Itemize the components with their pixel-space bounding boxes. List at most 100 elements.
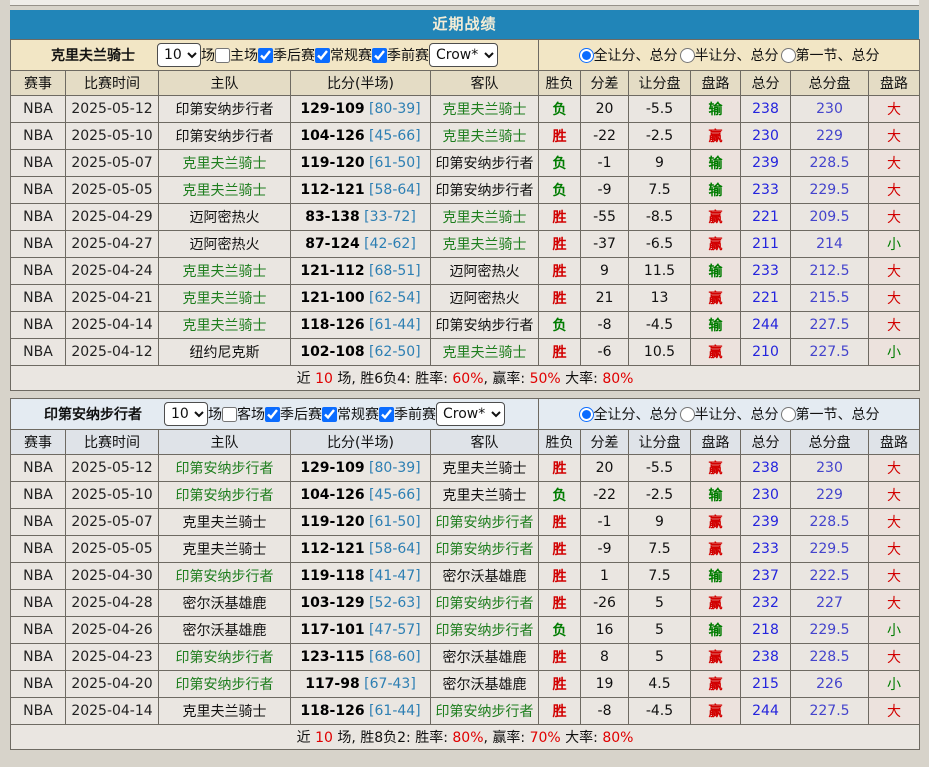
score-cell: 121-100 [62-54] xyxy=(291,285,431,312)
venue-checkbox[interactable] xyxy=(222,407,237,422)
source-select[interactable]: Crow* xyxy=(436,402,505,426)
season-filter[interactable]: 季后赛 xyxy=(258,45,315,65)
season-filter[interactable]: 常规赛 xyxy=(315,45,372,65)
period-radio-option[interactable]: 全让分、总分 xyxy=(579,45,678,65)
league-cell: NBA xyxy=(11,231,66,258)
handicap-line-cell: 5 xyxy=(629,590,691,617)
header-row: 赛事比赛时间主队比分(半场)客队胜负分差让分盘盘路总分总分盘盘路 xyxy=(11,71,920,96)
period-radio[interactable] xyxy=(579,48,594,63)
column-header: 客队 xyxy=(431,71,539,96)
header-row: 赛事比赛时间主队比分(半场)客队胜负分差让分盘盘路总分总分盘盘路 xyxy=(11,430,920,455)
handicap-line-cell: -4.5 xyxy=(629,312,691,339)
total-line-cell: 228.5 xyxy=(791,644,869,671)
venue-filter[interactable]: 客场 xyxy=(222,404,265,424)
point-diff-cell: 1 xyxy=(581,563,629,590)
total-points-cell: 210 xyxy=(741,339,791,366)
team-section: 印第安纳步行者10场客场季后赛常规赛季前赛Crow* 全让分、总分半让分、总分第… xyxy=(10,398,919,750)
season-checkbox[interactable] xyxy=(379,407,394,422)
half-score: [45-66] xyxy=(365,128,421,144)
score-cell: 112-121 [58-64] xyxy=(291,536,431,563)
total-line-cell: 229 xyxy=(791,123,869,150)
season-checkbox[interactable] xyxy=(322,407,337,422)
period-radio-option[interactable]: 全让分、总分 xyxy=(579,404,678,424)
source-select[interactable]: Crow* xyxy=(429,43,498,67)
point-diff-cell: 21 xyxy=(581,285,629,312)
summary-segment: 50% xyxy=(530,371,561,387)
point-diff-cell: 9 xyxy=(581,258,629,285)
handicap-line-cell: 10.5 xyxy=(629,339,691,366)
season-checkbox[interactable] xyxy=(315,48,330,63)
away-team-cell: 印第安纳步行者 xyxy=(431,509,539,536)
season-filter[interactable]: 常规赛 xyxy=(322,404,379,424)
period-radio[interactable] xyxy=(579,407,594,422)
period-radio[interactable] xyxy=(781,48,796,63)
games-count-select[interactable]: 10 xyxy=(164,402,208,426)
summary-cell: 近 10 场, 胜6负4: 胜率: 60%, 赢率: 50% 大率: 80% xyxy=(11,366,920,391)
over-under-cell: 大 xyxy=(869,644,920,671)
home-team-cell: 印第安纳步行者 xyxy=(159,563,291,590)
game-row: NBA2025-05-07克里夫兰骑士119-120 [61-50]印第安纳步行… xyxy=(11,150,920,177)
handicap-result-cell: 赢 xyxy=(691,123,741,150)
date-cell: 2025-05-10 xyxy=(66,123,159,150)
control-row: 克里夫兰骑士10场主场季后赛常规赛季前赛Crow* 全让分、总分半让分、总分第一… xyxy=(11,40,920,71)
score-cell: 119-118 [41-47] xyxy=(291,563,431,590)
date-cell: 2025-04-14 xyxy=(66,698,159,725)
over-under-cell: 大 xyxy=(869,123,920,150)
away-team-cell: 印第安纳步行者 xyxy=(431,312,539,339)
home-team-cell: 印第安纳步行者 xyxy=(159,671,291,698)
games-count-select[interactable]: 10 xyxy=(157,43,201,67)
game-row: NBA2025-05-10印第安纳步行者104-126 [45-66]克里夫兰骑… xyxy=(11,123,920,150)
column-header: 分差 xyxy=(581,71,629,96)
game-row: NBA2025-05-10印第安纳步行者104-126 [45-66]克里夫兰骑… xyxy=(11,482,920,509)
game-row: NBA2025-04-20印第安纳步行者117-98 [67-43]密尔沃基雄鹿… xyxy=(11,671,920,698)
season-checkbox[interactable] xyxy=(265,407,280,422)
away-team-cell: 克里夫兰骑士 xyxy=(431,231,539,258)
home-team-cell: 印第安纳步行者 xyxy=(159,644,291,671)
period-radio-option[interactable]: 半让分、总分 xyxy=(680,404,779,424)
total-line-cell: 209.5 xyxy=(791,204,869,231)
season-filter[interactable]: 季前赛 xyxy=(372,45,429,65)
point-diff-cell: 19 xyxy=(581,671,629,698)
period-radio-option[interactable]: 第一节、总分 xyxy=(781,404,880,424)
total-line-cell: 226 xyxy=(791,671,869,698)
away-team-cell: 克里夫兰骑士 xyxy=(431,455,539,482)
league-cell: NBA xyxy=(11,455,66,482)
league-cell: NBA xyxy=(11,285,66,312)
over-under-cell: 大 xyxy=(869,698,920,725)
handicap-line-cell: 5 xyxy=(629,617,691,644)
period-radio-option[interactable]: 半让分、总分 xyxy=(680,45,779,65)
handicap-result-cell: 赢 xyxy=(691,671,741,698)
half-score: [41-47] xyxy=(365,568,421,584)
season-filter[interactable]: 季后赛 xyxy=(265,404,322,424)
point-diff-cell: -22 xyxy=(581,123,629,150)
season-checkbox[interactable] xyxy=(372,48,387,63)
win-loss-cell: 胜 xyxy=(539,536,581,563)
half-score: [67-43] xyxy=(360,676,416,692)
final-score: 103-129 xyxy=(300,595,364,611)
date-cell: 2025-04-23 xyxy=(66,644,159,671)
period-radio[interactable] xyxy=(680,48,695,63)
date-cell: 2025-05-05 xyxy=(66,536,159,563)
total-line-cell: 227.5 xyxy=(791,339,869,366)
away-team-cell: 密尔沃基雄鹿 xyxy=(431,644,539,671)
win-loss-cell: 胜 xyxy=(539,123,581,150)
total-line-cell: 229 xyxy=(791,482,869,509)
period-radio[interactable] xyxy=(781,407,796,422)
total-line-cell: 230 xyxy=(791,455,869,482)
period-radio[interactable] xyxy=(680,407,695,422)
total-points-cell: 233 xyxy=(741,177,791,204)
handicap-result-cell: 赢 xyxy=(691,644,741,671)
game-row: NBA2025-04-21克里夫兰骑士121-100 [62-54]迈阿密热火胜… xyxy=(11,285,920,312)
away-team-cell: 克里夫兰骑士 xyxy=(431,339,539,366)
venue-filter[interactable]: 主场 xyxy=(215,45,258,65)
half-score: [62-50] xyxy=(365,344,421,360)
over-under-cell: 小 xyxy=(869,671,920,698)
total-line-cell: 229.5 xyxy=(791,177,869,204)
season-checkbox[interactable] xyxy=(258,48,273,63)
game-row: NBA2025-04-28密尔沃基雄鹿103-129 [52-63]印第安纳步行… xyxy=(11,590,920,617)
game-row: NBA2025-04-23印第安纳步行者123-115 [68-60]密尔沃基雄… xyxy=(11,644,920,671)
season-filter[interactable]: 季前赛 xyxy=(379,404,436,424)
home-team-cell: 克里夫兰骑士 xyxy=(159,258,291,285)
period-radio-option[interactable]: 第一节、总分 xyxy=(781,45,880,65)
venue-checkbox[interactable] xyxy=(215,48,230,63)
